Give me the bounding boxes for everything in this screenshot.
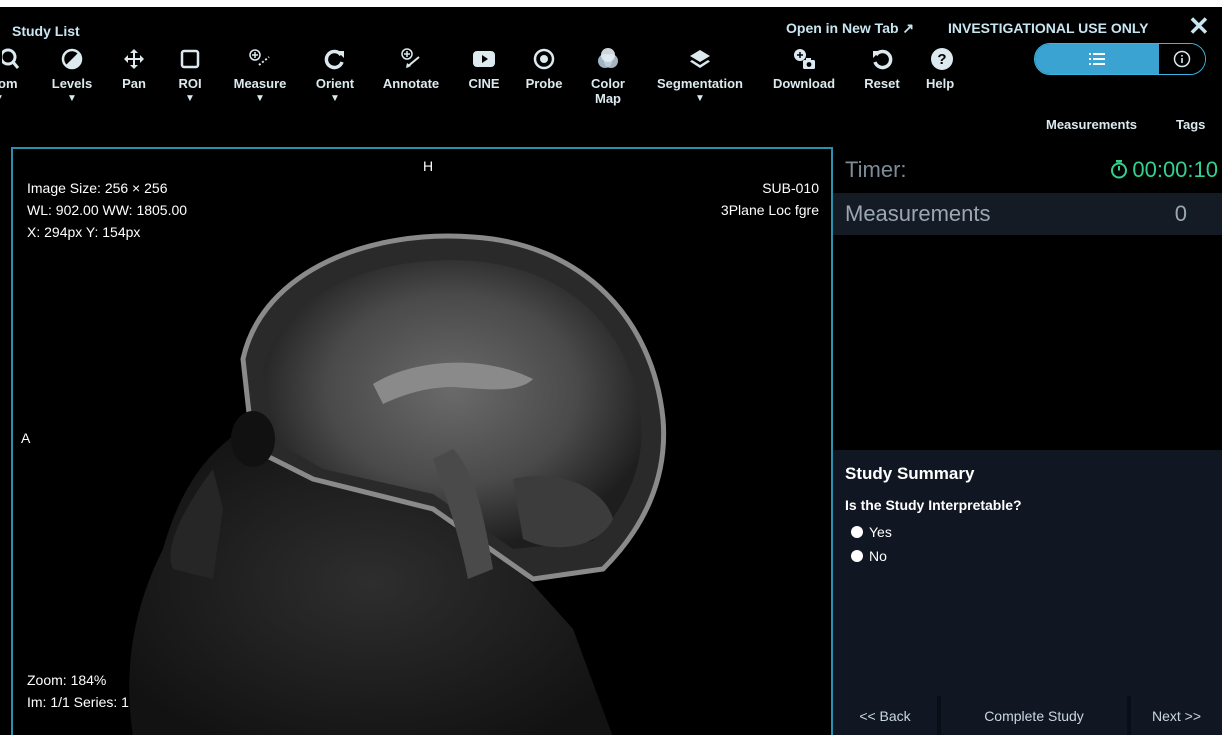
chevron-down-icon: ▼ [255,93,265,104]
image-viewport[interactable]: Image Size: 256 × 256 WL: 902.00 WW: 180… [11,147,833,735]
toggle-tags[interactable] [1159,44,1205,74]
subject-id-text: SUB-010 [762,180,819,196]
timer-row: Timer: 00:00:10 [833,149,1222,189]
tool-annotate-label: Annotate [382,76,440,91]
svg-text:?: ? [937,51,946,68]
tool-orient[interactable]: Orient ▼ [310,42,360,104]
series-description-text: 3Plane Loc fgre [720,202,819,218]
image-overlay-topright: SUB-010 3Plane Loc fgre [721,177,819,221]
interpretable-question: Is the Study Interpretable? [845,497,1022,513]
tool-segmentation-label: Segmentation [657,76,743,91]
reset-icon [860,42,904,76]
chevron-down-icon: ▼ [185,93,195,104]
radio-no[interactable]: No [851,548,887,564]
colormap-label-line1: Color [591,76,625,91]
radio-yes[interactable]: Yes [851,524,892,540]
chevron-down-icon: ▼ [67,93,77,104]
rotate-icon [310,42,360,76]
close-button[interactable]: ✕ [1188,11,1210,42]
tool-annotate[interactable]: Annotate [378,42,444,91]
radio-no-label: No [869,548,887,564]
complete-study-button[interactable]: Complete Study [941,696,1127,735]
page-edge [1222,0,1232,735]
tool-zoom-label: om [0,76,18,91]
colormap-icon [586,42,630,76]
timer-value: 00:00:10 [1132,157,1218,182]
info-icon [1173,50,1191,73]
tool-levels[interactable]: Levels ▼ [48,42,96,104]
toggle-tags-label[interactable]: Tags [1176,117,1205,132]
list-icon [1089,52,1105,71]
timer-label: Timer: [845,157,907,182]
tool-pan[interactable]: Pan [116,42,152,91]
tool-roi-label: ROI [178,76,202,91]
cursor-xy-text: X: 294px Y: 154px [27,224,141,240]
tool-measure-label: Measure [233,76,287,91]
investigational-banner: INVESTIGATIONAL USE ONLY [948,20,1149,36]
annotate-icon [378,42,444,76]
tool-colormap-label: Color Map [586,76,630,106]
tool-levels-label: Levels [51,76,93,91]
tool-colormap[interactable]: Color Map [586,42,630,106]
tool-roi[interactable]: ROI ▼ [172,42,208,104]
tool-help-label: Help [926,76,955,91]
back-button[interactable]: << Back [833,696,937,735]
zoom-icon [0,42,34,76]
footer-buttons: << Back Complete Study Next >> [833,696,1222,735]
tool-cine-label: CINE [468,76,500,91]
tool-reset-label: Reset [864,76,900,91]
radio-yes-label: Yes [869,524,892,540]
viewer-app: Study List Open in New Tab ↗ INVESTIGATI… [0,7,1222,735]
image-overlay-bottomleft: Zoom: 184% Im: 1/1 Series: 1 [27,669,129,713]
study-list-link[interactable]: Study List [12,23,80,39]
tool-help[interactable]: ? Help [922,42,962,91]
tool-download-label: Download [772,76,836,91]
chevron-down-icon: ▼ [695,93,705,104]
next-button[interactable]: Next >> [1131,696,1222,735]
measurements-count: 0 [1174,201,1187,226]
chevron-down-icon: ▼ [0,94,34,104]
roi-square-icon [172,42,208,76]
orientation-marker-top: H [423,158,434,174]
colormap-label-line2: Map [595,91,621,106]
toggle-measurements[interactable] [1035,44,1159,74]
tool-measure[interactable]: Measure ▼ [228,42,292,104]
right-panel: Timer: 00:00:10 Measurements 0 Study Sum… [833,147,1222,735]
tool-orient-label: Orient [315,76,355,91]
tool-reset[interactable]: Reset [860,42,904,91]
study-summary: Study Summary Is the Study Interpretable… [833,450,1222,696]
help-icon: ? [922,42,962,76]
radio-no-circle[interactable] [851,550,863,562]
pan-icon [116,42,152,76]
radio-yes-circle[interactable] [851,526,863,538]
tool-segmentation[interactable]: Segmentation ▼ [648,42,752,104]
tool-probe[interactable]: Probe [522,42,566,91]
open-new-tab-link[interactable]: Open in New Tab ↗ [786,20,914,37]
measure-icon [228,42,292,76]
timer-value-group: 00:00:10 [1110,157,1218,185]
stopwatch-icon [1110,159,1128,185]
layers-icon [648,42,752,76]
measurements-label: Measurements [845,201,991,226]
probe-icon [522,42,566,76]
download-camera-icon [768,42,840,76]
image-size-text: Image Size: 256 × 256 [27,180,168,196]
toggle-measurements-label[interactable]: Measurements [1046,117,1137,132]
wl-ww-text: WL: 902.00 WW: 1805.00 [27,202,188,218]
image-overlay-topleft: Image Size: 256 × 256 WL: 902.00 WW: 180… [27,177,187,243]
tool-probe-label: Probe [525,76,563,91]
image-series-text: Im: 1/1 Series: 1 [27,694,129,710]
measurements-header: Measurements 0 [833,193,1222,235]
study-summary-title: Study Summary [845,464,975,483]
tool-pan-label: Pan [122,76,146,91]
tool-download[interactable]: Download [768,42,840,91]
panel-toggle [1034,43,1206,75]
chevron-down-icon: ▼ [330,93,340,104]
play-icon [462,42,506,76]
tool-cine[interactable]: CINE [462,42,506,91]
levels-icon [48,42,96,76]
zoom-level-text: Zoom: 184% [27,672,107,688]
orientation-marker-left: A [21,430,31,446]
tool-zoom[interactable]: om ▼ [0,42,34,104]
